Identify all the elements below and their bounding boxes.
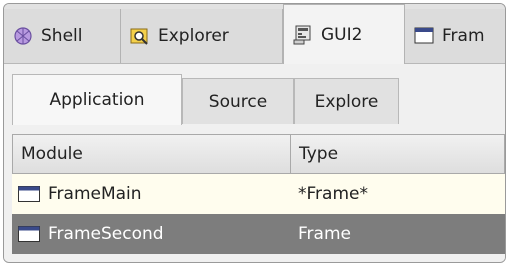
tab-explore[interactable]: Explore [294, 78, 399, 124]
module-cell: FrameMain [18, 174, 142, 214]
gui-editor-panel: Shell Explorer GUI2 Fram Application Sou… [3, 3, 506, 263]
tab-application-label: Application [49, 90, 145, 110]
type-cell: *Frame* [298, 184, 368, 204]
inner-tab-bar: Application Source Explore [12, 74, 505, 125]
explorer-icon [130, 26, 150, 46]
tab-source[interactable]: Source [182, 78, 294, 124]
window-icon [18, 186, 40, 202]
tab-frame[interactable]: Fram [405, 9, 505, 63]
tab-gui2[interactable]: GUI2 [283, 4, 405, 64]
tab-shell-label: Shell [41, 26, 83, 46]
table-row[interactable]: FrameMain *Frame* [12, 174, 505, 214]
type-cell: Frame [298, 224, 351, 244]
table-header: Module Type [12, 134, 505, 174]
shell-icon [13, 26, 33, 46]
table-row-selected[interactable]: FrameSecond Frame [12, 214, 505, 254]
tab-explorer[interactable]: Explorer [121, 9, 283, 63]
top-tab-bar: Shell Explorer GUI2 Fram [4, 4, 505, 64]
module-cell: FrameSecond [18, 214, 164, 254]
tab-gui2-label: GUI2 [321, 24, 363, 45]
column-header-type[interactable]: Type [291, 135, 505, 173]
frame-window-icon [414, 26, 434, 46]
gui-icon [293, 25, 313, 45]
tab-explorer-label: Explorer [158, 26, 229, 46]
column-header-module-label: Module [21, 144, 83, 164]
window-icon [18, 226, 40, 242]
tab-frame-label: Fram [442, 26, 485, 46]
tab-source-label: Source [208, 91, 268, 112]
tab-explore-label: Explore [314, 91, 379, 112]
column-header-module[interactable]: Module [13, 135, 290, 173]
tab-application[interactable]: Application [12, 74, 182, 125]
module-name: FrameMain [48, 184, 142, 204]
module-name: FrameSecond [48, 224, 164, 244]
column-header-type-label: Type [299, 144, 339, 164]
tab-shell[interactable]: Shell [4, 9, 121, 63]
